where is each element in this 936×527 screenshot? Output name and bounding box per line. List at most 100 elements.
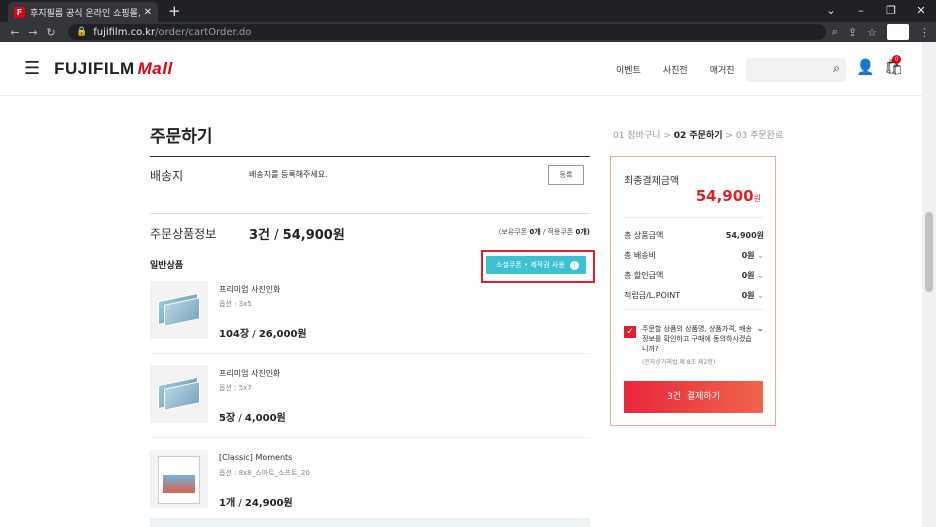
back-icon[interactable]: ← bbox=[6, 26, 24, 39]
step-sep: > bbox=[725, 131, 733, 141]
nav-item-event[interactable]: 이벤트 bbox=[616, 63, 641, 76]
user-icon[interactable]: 👤 bbox=[856, 58, 875, 76]
summary-value-text: 0원 bbox=[741, 291, 755, 300]
profile-avatar[interactable] bbox=[887, 24, 909, 40]
summary-row[interactable]: 적립금/L.POINT 0원 ⌄ bbox=[624, 290, 764, 301]
menu-dots-icon[interactable]: ⋮ bbox=[919, 26, 930, 39]
chevron-down-icon[interactable]: ⌄ bbox=[757, 271, 764, 280]
window-controls: ⌄ – ❐ ✕ bbox=[816, 0, 936, 22]
coupon-owned: 0개 bbox=[529, 228, 541, 236]
step-complete: 03 주문완료 bbox=[735, 131, 784, 141]
chevron-down-icon[interactable]: ⌄ bbox=[757, 291, 764, 300]
summary-row[interactable]: 총 배송비 0원 ⌄ bbox=[624, 250, 764, 261]
order-total: 54,900원 bbox=[282, 228, 345, 243]
step-order: 02 주문하기 bbox=[673, 131, 723, 141]
product-qty: 104장 bbox=[219, 329, 250, 340]
summary-label: 총 상품금액 bbox=[624, 231, 664, 240]
summary-row[interactable]: 총 할인금액 0원 ⌄ bbox=[624, 270, 764, 281]
payment-summary-panel: 최종결제금액 54,900원 총 상품금액 54,900원 총 배송비 0원 ⌄ 총… bbox=[610, 156, 776, 426]
zoom-icon[interactable]: ⌕ bbox=[832, 25, 838, 39]
photobook-image bbox=[158, 456, 200, 504]
nav-item-magazine[interactable]: 매거진 bbox=[710, 63, 735, 76]
scrollbar-thumb[interactable] bbox=[925, 212, 933, 292]
summary-label: 적립금/L.POINT bbox=[624, 291, 681, 300]
summary-value: 0원 ⌄ bbox=[742, 270, 764, 281]
chevron-down-icon[interactable]: ⌄ bbox=[756, 324, 764, 334]
logo-text: FUJIFILM bbox=[54, 58, 135, 78]
address-bar: ← → ↻ 🔒 fujifilm.co.kr/order/cartOrder.d… bbox=[0, 22, 936, 42]
product-option: 옵션 : 5x7 bbox=[219, 384, 252, 392]
chevron-down-icon[interactable]: ⌄ bbox=[757, 251, 764, 260]
summary-label: 총 배송비 bbox=[624, 251, 656, 260]
search-icon[interactable]: ⌕ bbox=[833, 61, 840, 76]
forward-icon[interactable]: → bbox=[24, 26, 42, 39]
summary-row: 총 상품금액 54,900원 bbox=[624, 230, 764, 241]
product-thumbnail[interactable] bbox=[150, 450, 208, 508]
product-option: 옵션 : 8x8_스마트_소프트_20 bbox=[219, 469, 310, 477]
bookmark-star-icon[interactable]: ☆ bbox=[867, 26, 877, 39]
site-header: ☰ FUJIFILM Mall 이벤트 사진전 매거진 ⌕ 👤 🛍 0 bbox=[0, 42, 922, 96]
final-amount: 54,900원 bbox=[696, 187, 761, 205]
divider bbox=[624, 217, 764, 218]
close-icon[interactable]: ✕ bbox=[144, 7, 152, 18]
minimize-icon[interactable]: – bbox=[846, 0, 876, 22]
search-input[interactable]: ⌕ bbox=[746, 58, 846, 82]
reload-icon[interactable]: ↻ bbox=[42, 26, 60, 39]
agree-checkbox[interactable]: ✓ bbox=[624, 326, 636, 338]
product-amount: 4,000원 bbox=[244, 413, 286, 424]
photobook-cover-image bbox=[163, 475, 195, 493]
browser-tab-bar: F 후지필름 공식 온라인 쇼핑몰, 후 ✕ + ⌄ – ❐ ✕ bbox=[0, 0, 936, 22]
restore-icon[interactable]: ❐ bbox=[876, 0, 906, 22]
summary-value-text: 0원 bbox=[741, 251, 755, 260]
final-amount-value: 54,900 bbox=[695, 187, 754, 205]
order-count: 3건 bbox=[249, 228, 271, 243]
product-name[interactable]: 프리미엄 사진인화 bbox=[219, 368, 280, 379]
main-nav: 이벤트 사진전 매거진 bbox=[616, 42, 735, 96]
lock-icon[interactable]: 🔒 bbox=[76, 27, 87, 37]
browser-tab[interactable]: F 후지필름 공식 온라인 쇼핑몰, 후 ✕ bbox=[8, 2, 158, 22]
product-price: 1개 / 24,900원 bbox=[219, 498, 293, 509]
page-scrollbar[interactable] bbox=[922, 42, 936, 527]
coupon-owned-label: (보유쿠폰 bbox=[498, 228, 528, 236]
divider bbox=[150, 156, 590, 157]
hamburger-menu-icon[interactable]: ☰ bbox=[24, 58, 40, 79]
coupon-applied: 0개) bbox=[575, 228, 590, 236]
next-section-strip bbox=[150, 518, 590, 527]
favicon-icon: F bbox=[14, 6, 25, 18]
coupon-info: (보유쿠폰 0개 / 적용쿠폰 0개) bbox=[499, 227, 590, 237]
product-option: 옵션 : 3x5 bbox=[219, 300, 252, 308]
order-products-summary: 3건 / 54,900원 bbox=[249, 228, 345, 243]
nav-item-exhibition[interactable]: 사진전 bbox=[663, 63, 688, 76]
final-amount-unit: 원 bbox=[753, 194, 761, 203]
close-window-icon[interactable]: ✕ bbox=[906, 0, 936, 22]
shipping-label: 배송지 bbox=[150, 169, 184, 183]
url-input[interactable]: 🔒 fujifilm.co.kr/order/cartOrder.do bbox=[68, 24, 826, 40]
browser-actions: ⌕ ⇪ ☆ ⋮ bbox=[832, 24, 930, 40]
product-qty: 5장 bbox=[219, 413, 236, 424]
share-icon[interactable]: ⇪ bbox=[848, 26, 857, 39]
product-thumbnail[interactable] bbox=[150, 281, 208, 339]
product-name[interactable]: [Classic] Moments bbox=[219, 453, 292, 462]
product-price: 5장 / 4,000원 bbox=[219, 413, 286, 424]
product-thumbnail[interactable] bbox=[150, 365, 208, 423]
agree-note: (전자상거래법 제 8조 제2항) bbox=[642, 359, 716, 366]
site-logo[interactable]: FUJIFILM Mall bbox=[54, 59, 173, 79]
chevron-down-icon[interactable]: ⌄ bbox=[816, 0, 846, 22]
pay-button[interactable]: 3건 결제하기 bbox=[624, 381, 763, 413]
cart-badge: 0 bbox=[892, 55, 901, 64]
product-name[interactable]: 프리미엄 사진인화 bbox=[219, 284, 280, 295]
page-title: 주문하기 bbox=[150, 127, 213, 147]
summary-label: 총 할인금액 bbox=[624, 271, 664, 280]
divider bbox=[150, 353, 590, 354]
new-tab-icon[interactable]: + bbox=[168, 2, 181, 20]
product-amount: 26,000원 bbox=[258, 329, 307, 340]
step-sep: > bbox=[663, 131, 671, 141]
divider bbox=[624, 309, 764, 310]
summary-value: 0원 ⌄ bbox=[742, 250, 764, 261]
highlight-box bbox=[481, 250, 595, 283]
order-products-label: 주문상품정보 bbox=[150, 227, 217, 241]
url-path: /order/cartOrder.do bbox=[155, 26, 252, 38]
order-steps: 01 장바구니 > 02 주문하기 > 03 주문완료 bbox=[613, 128, 783, 141]
register-address-button[interactable]: 등록 bbox=[548, 165, 584, 185]
final-amount-title: 최종결제금액 bbox=[624, 176, 680, 187]
